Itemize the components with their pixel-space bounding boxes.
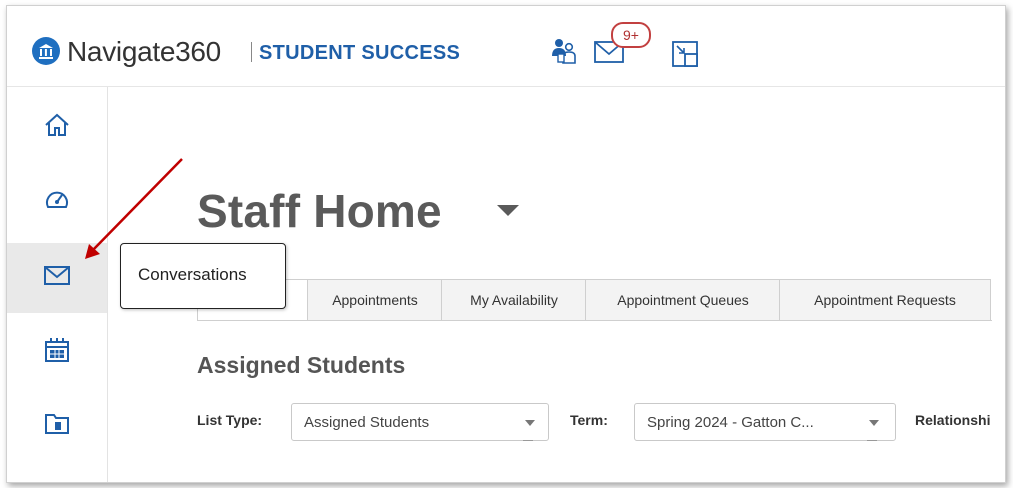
conversations-tooltip: Conversations (120, 243, 286, 309)
calendar-icon (43, 336, 71, 369)
home-icon (43, 111, 71, 144)
app-header: Navigate360 STUDENT SUCCESS 9+ (7, 6, 1005, 87)
brand-divider (251, 42, 252, 62)
list-type-select[interactable]: Assigned Students (291, 403, 549, 441)
students-icon[interactable] (549, 36, 579, 71)
tab-appointment-queues[interactable]: Appointment Queues (585, 279, 781, 320)
folder-icon (43, 410, 71, 441)
tooltip-text: Conversations (138, 265, 247, 284)
page-title: Staff Home (197, 185, 442, 237)
tab-bar: Appointments My Availability Appointment… (197, 270, 992, 321)
term-label: Term: (570, 412, 608, 428)
select-underline (523, 440, 533, 441)
tab-appointment-requests[interactable]: Appointment Requests (779, 279, 991, 320)
tab-my-availability[interactable]: My Availability (441, 279, 587, 320)
select-underline (867, 440, 877, 441)
speedometer-icon (43, 186, 71, 219)
message-count-badge: 9+ (611, 22, 651, 48)
chevron-down-icon (525, 420, 535, 426)
resize-icon[interactable] (671, 40, 701, 73)
sidebar-item-folders[interactable] (7, 390, 107, 460)
product-name: STUDENT SUCCESS (259, 42, 461, 64)
brand-name[interactable]: Navigate360 (67, 36, 221, 68)
tab-appointments[interactable]: Appointments (307, 279, 443, 320)
section-title: Assigned Students (197, 352, 406, 378)
chevron-down-icon (869, 420, 879, 426)
sidebar-item-home[interactable] (7, 92, 107, 162)
term-value: Spring 2024 - Gatton C... (647, 414, 814, 431)
list-type-value: Assigned Students (304, 414, 430, 431)
chevron-down-icon[interactable] (497, 205, 519, 216)
logo-icon[interactable] (32, 37, 60, 65)
list-type-label: List Type: (197, 412, 263, 428)
app-window: Navigate360 STUDENT SUCCESS 9+ Staff Hom… (6, 5, 1006, 483)
sidebar-item-calendar[interactable] (7, 317, 107, 387)
relationship-label: Relationshi (915, 412, 991, 428)
sidebar-item-dashboard[interactable] (7, 167, 107, 237)
sidebar (7, 87, 108, 482)
sidebar-item-conversations[interactable] (7, 243, 107, 313)
term-select[interactable]: Spring 2024 - Gatton C... (634, 403, 896, 441)
envelope-icon (43, 264, 71, 293)
